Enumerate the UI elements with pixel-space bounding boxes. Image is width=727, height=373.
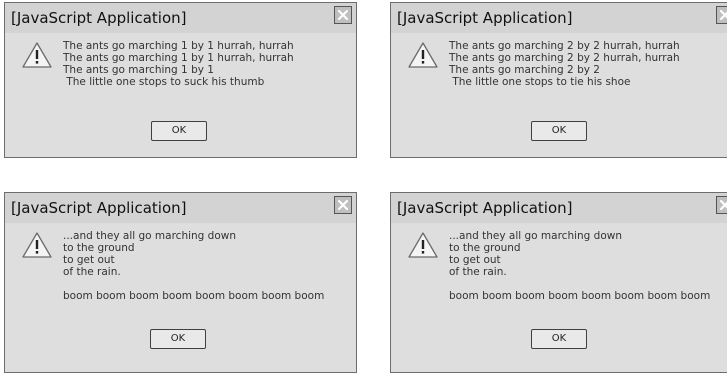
message-line: ...and they all go marching down (63, 230, 237, 242)
dialog-message: ...and they all go marching down to the … (449, 230, 710, 302)
message-line: of the rain. (449, 266, 507, 278)
ok-button[interactable]: OK (531, 329, 587, 349)
message-line: The ants go marching 2 by 2 (449, 64, 600, 76)
ok-button[interactable]: OK (151, 121, 207, 141)
message-line: of the rain. (63, 266, 121, 278)
close-button[interactable] (716, 196, 727, 214)
message-line: The little one stops to tie his shoe (449, 76, 631, 88)
message-line: to the ground (63, 242, 135, 254)
ok-button[interactable]: OK (531, 121, 587, 141)
message-line: boom boom boom boom boom boom boom boom (449, 290, 711, 302)
alert-dialog-4: [JavaScript Application] ...and they all… (390, 192, 727, 373)
alert-dialog-1: [JavaScript Application] The ants go mar… (4, 2, 357, 158)
message-line: The little one stops to suck his thumb (63, 76, 265, 88)
close-icon (719, 199, 727, 211)
warning-icon (22, 232, 52, 258)
dialog-title: [JavaScript Application] (11, 9, 187, 27)
close-icon (719, 9, 727, 21)
message-line: The ants go marching 1 by 1 hurrah, hurr… (63, 40, 294, 52)
message-line: The ants go marching 2 by 2 hurrah, hurr… (449, 52, 680, 64)
alert-dialog-3: [JavaScript Application] ...and they all… (4, 192, 357, 373)
warning-icon (22, 42, 52, 68)
close-icon (337, 199, 349, 211)
dialog-message: The ants go marching 2 by 2 hurrah, hurr… (449, 40, 680, 88)
message-line: to the ground (449, 242, 521, 254)
warning-icon (408, 42, 438, 68)
dialog-title: [JavaScript Application] (397, 9, 573, 27)
message-line: The ants go marching 2 by 2 hurrah, hurr… (449, 40, 680, 52)
message-line: The ants go marching 1 by 1 hurrah, hurr… (63, 52, 294, 64)
message-line: ...and they all go marching down (449, 230, 623, 242)
dialog-message: ...and they all go marching down to the … (63, 230, 324, 302)
dialog-title: [JavaScript Application] (11, 199, 187, 217)
dialog-titlebar[interactable]: [JavaScript Application] (5, 3, 356, 33)
dialog-titlebar[interactable]: [JavaScript Application] (5, 193, 356, 223)
message-line: The ants go marching 1 by 1 (63, 64, 214, 76)
dialog-titlebar[interactable]: [JavaScript Application] (391, 3, 727, 33)
dialog-titlebar[interactable]: [JavaScript Application] (391, 193, 727, 223)
warning-icon (408, 232, 438, 258)
close-button[interactable] (334, 196, 352, 214)
close-button[interactable] (334, 6, 352, 24)
message-line: boom boom boom boom boom boom boom boom (63, 290, 325, 302)
dialog-message: The ants go marching 1 by 1 hurrah, hurr… (63, 40, 294, 88)
alert-dialog-2: [JavaScript Application] The ants go mar… (390, 2, 727, 158)
close-button[interactable] (716, 6, 727, 24)
close-icon (337, 9, 349, 21)
ok-button[interactable]: OK (150, 329, 206, 349)
message-line: to get out (63, 254, 115, 266)
message-line: to get out (449, 254, 501, 266)
dialog-title: [JavaScript Application] (397, 199, 573, 217)
